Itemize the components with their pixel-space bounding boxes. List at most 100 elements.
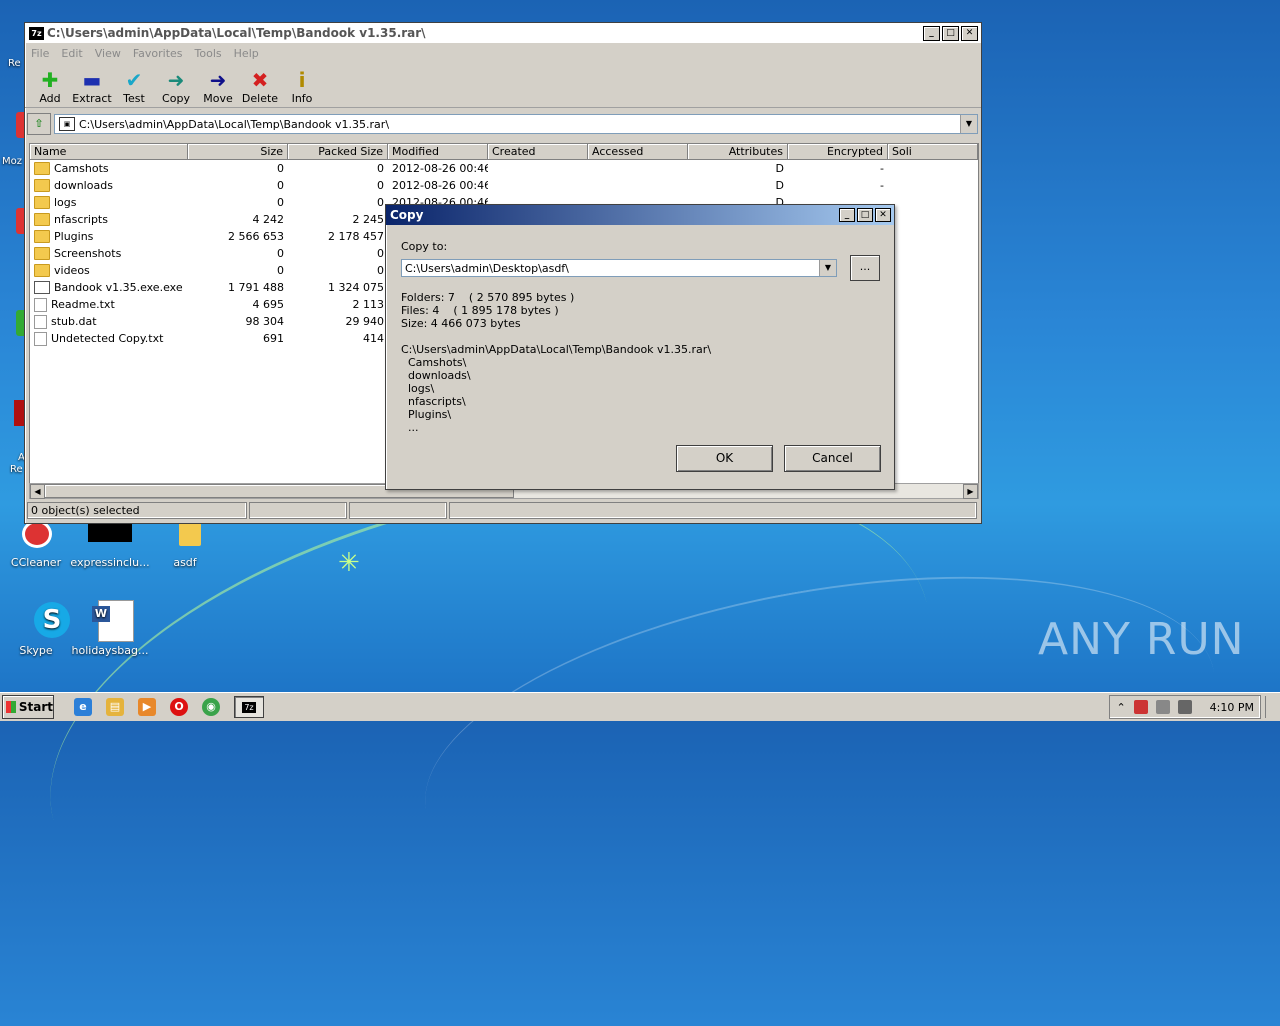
toolbar-label: Extract xyxy=(72,92,112,105)
scroll-right-icon[interactable]: ▶ xyxy=(963,484,978,499)
ie-icon[interactable]: e xyxy=(74,698,92,716)
system-tray: ⌃ 4:10 PM xyxy=(1109,695,1261,719)
menu-view[interactable]: View xyxy=(95,47,121,60)
status-selection: 0 object(s) selected xyxy=(27,502,247,519)
address-text: C:\Users\admin\AppData\Local\Temp\Bandoo… xyxy=(79,117,390,131)
folder-icon xyxy=(34,247,50,260)
col-packed-size[interactable]: Packed Size xyxy=(288,144,388,160)
text-file-icon xyxy=(34,331,47,346)
toolbar: ✚ Add ▬ Extract ✔ Test ➜ Copy ➜ Move ✖ Delete i Info xyxy=(25,63,981,108)
col-accessed[interactable]: Accessed xyxy=(588,144,688,160)
destination-combobox[interactable]: C:\Users\admin\Desktop\asdf\ ▼ xyxy=(401,259,837,277)
col-encrypted[interactable]: Encrypted xyxy=(788,144,888,160)
file-name-cell: Readme.txt xyxy=(30,297,188,312)
dialog-close-button[interactable]: ✕ xyxy=(875,208,891,222)
copy-stats: Folders: 7 ( 2 570 895 bytes ) Files: 4 … xyxy=(401,291,575,330)
close-button[interactable]: ✕ xyxy=(961,25,978,41)
file-packed-cell: 0 xyxy=(377,196,384,209)
file-row[interactable]: Camshots 0 0 2012-08-26 00:46 D - xyxy=(30,160,978,177)
file-name-cell: Undetected Copy.txt xyxy=(30,331,188,346)
window-titlebar[interactable]: 7z C:\Users\admin\AppData\Local\Temp\Ban… xyxy=(25,23,981,43)
volume-icon[interactable] xyxy=(1177,700,1192,714)
file-size-cell: 0 xyxy=(277,264,284,277)
status-pane-2 xyxy=(249,502,347,519)
ok-button[interactable]: OK xyxy=(676,445,773,472)
dialog-titlebar[interactable]: Copy _ □ ✕ xyxy=(386,205,894,225)
menu-bar: File Edit View Favorites Tools Help xyxy=(25,43,981,63)
file-packed-cell: 0 xyxy=(377,247,384,260)
destination-dropdown-icon[interactable]: ▼ xyxy=(819,260,836,276)
folder-up-button[interactable]: ⇧ xyxy=(27,113,51,135)
file-attributes-cell: D xyxy=(775,162,784,175)
file-name: Camshots xyxy=(54,162,109,175)
desktop-icon-holidaysbag[interactable]: W holidaysbag... xyxy=(70,600,150,657)
media-player-icon[interactable]: ▶ xyxy=(138,698,156,716)
opera-icon[interactable]: O xyxy=(170,698,188,716)
file-name-cell: Bandook v1.35.exe.exe xyxy=(30,281,188,294)
col-modified[interactable]: Modified xyxy=(388,144,488,160)
address-dropdown-icon[interactable]: ▼ xyxy=(960,115,977,133)
col-name[interactable]: Name xyxy=(30,144,188,160)
toolbar-copy-button[interactable]: ➜ Copy xyxy=(155,63,197,107)
toolbar-info-button[interactable]: i Info xyxy=(281,63,323,107)
toolbar-extract-button[interactable]: ▬ Extract xyxy=(71,63,113,107)
file-packed-cell: 0 xyxy=(377,179,384,192)
menu-help[interactable]: Help xyxy=(234,47,259,60)
col-created[interactable]: Created xyxy=(488,144,588,160)
7zip-taskbar-icon: 7z xyxy=(242,701,256,713)
file-name-cell: logs xyxy=(30,196,188,209)
taskbar-7zip-button[interactable]: 7z xyxy=(234,696,264,718)
clock[interactable]: 4:10 PM xyxy=(1210,701,1254,714)
scroll-left-icon[interactable]: ◀ xyxy=(30,484,45,499)
col-size[interactable]: Size xyxy=(188,144,288,160)
network-icon[interactable] xyxy=(1155,700,1170,714)
show-desktop-button[interactable] xyxy=(1265,696,1280,718)
copy-to-label: Copy to: xyxy=(401,240,448,253)
file-size-cell: 0 xyxy=(277,162,284,175)
menu-tools[interactable]: Tools xyxy=(195,47,222,60)
browse-button[interactable]: ... xyxy=(850,255,880,281)
file-size-cell: 1 791 488 xyxy=(228,281,284,294)
file-size-cell: 4 695 xyxy=(252,298,285,311)
desktop-icon-skype[interactable]: S Skype xyxy=(0,600,76,657)
minimize-button[interactable]: _ xyxy=(923,25,940,41)
toolbar-test-button[interactable]: ✔ Test xyxy=(113,63,155,107)
desktop-icon-label: holidaysbag... xyxy=(71,644,149,657)
col-attributes[interactable]: Attributes xyxy=(688,144,788,160)
desktop-icon-label: expressinclu... xyxy=(70,556,150,569)
col-solid[interactable]: Soli xyxy=(888,144,978,160)
file-name: Bandook v1.35.exe.exe xyxy=(54,281,183,294)
dialog-maximize-button[interactable]: □ xyxy=(857,208,873,222)
dialog-minimize-button[interactable]: _ xyxy=(839,208,855,222)
toolbar-move-button[interactable]: ➜ Move xyxy=(197,63,239,107)
toolbar-delete-button[interactable]: ✖ Delete xyxy=(239,63,281,107)
maximize-button[interactable]: □ xyxy=(942,25,959,41)
file-row[interactable]: downloads 0 0 2012-08-26 00:46 D - xyxy=(30,177,978,194)
toolbar-label: Copy xyxy=(162,92,190,105)
file-name: Plugins xyxy=(54,230,94,243)
toolbar-label: Delete xyxy=(241,92,279,105)
file-name-cell: Screenshots xyxy=(30,247,188,260)
file-packed-cell: 2 178 457 xyxy=(328,230,384,243)
copy-dialog[interactable]: Copy _ □ ✕ Copy to: C:\Users\admin\Deskt… xyxy=(385,204,895,490)
start-button[interactable]: Start xyxy=(2,695,54,719)
menu-file[interactable]: File xyxy=(31,47,49,60)
explorer-icon[interactable]: ▤ xyxy=(106,698,124,716)
desktop-icon-label: asdf xyxy=(173,556,197,569)
file-name: Screenshots xyxy=(54,247,122,260)
address-combobox[interactable]: ▣ C:\Users\admin\AppData\Local\Temp\Band… xyxy=(54,114,978,134)
file-name-cell: Camshots xyxy=(30,162,188,175)
file-name: downloads xyxy=(54,179,113,192)
chrome-icon[interactable]: ◉ xyxy=(202,698,220,716)
folder-icon xyxy=(34,179,50,192)
cancel-button[interactable]: Cancel xyxy=(784,445,881,472)
minus-icon: ▬ xyxy=(82,68,102,92)
tray-expand-icon[interactable]: ⌃ xyxy=(1116,701,1125,714)
toolbar-add-button[interactable]: ✚ Add xyxy=(29,63,71,107)
menu-favorites[interactable]: Favorites xyxy=(133,47,183,60)
exe-file-icon xyxy=(34,281,50,294)
file-size-cell: 0 xyxy=(277,247,284,260)
menu-edit[interactable]: Edit xyxy=(61,47,82,60)
action-center-icon[interactable] xyxy=(1133,700,1148,714)
folder-icon xyxy=(34,264,50,277)
